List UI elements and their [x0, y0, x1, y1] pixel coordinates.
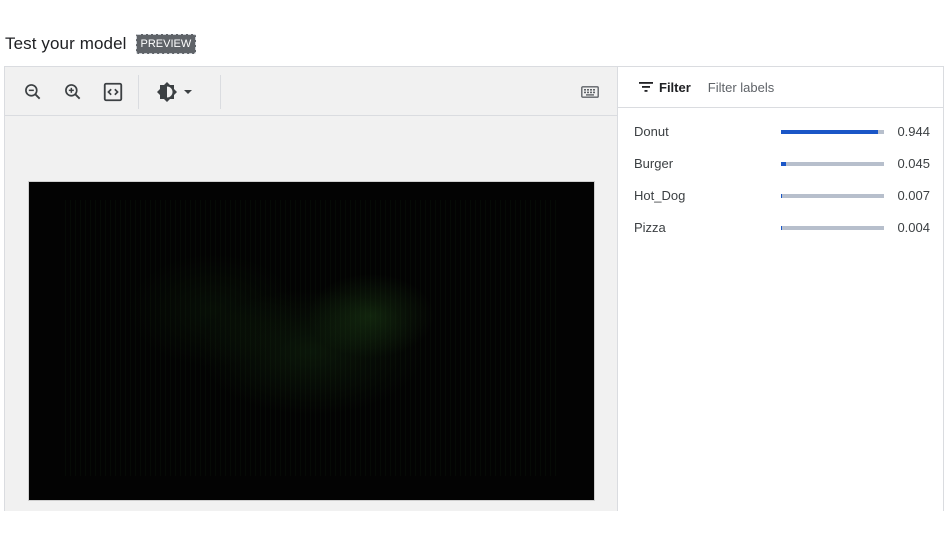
- test-panel: Filter Donut 0.944 Burger 0.045 Hot_Dog …: [4, 66, 944, 511]
- page-header: Test your model PREVIEW: [5, 34, 197, 54]
- toolbar-divider: [220, 75, 221, 109]
- confidence-bar-fill: [781, 130, 879, 134]
- fit-screen-icon: [103, 82, 123, 102]
- prediction-label: Donut: [634, 124, 669, 139]
- prediction-row: Donut 0.944: [618, 124, 943, 156]
- confidence-bar: [781, 162, 884, 166]
- page-title: Test your model: [5, 34, 127, 53]
- chevron-down-icon: [184, 90, 192, 94]
- prediction-score: 0.004: [897, 220, 930, 235]
- prediction-label: Pizza: [634, 220, 666, 235]
- filter-label: Filter: [659, 79, 691, 95]
- prediction-score: 0.007: [897, 188, 930, 203]
- toolbar-divider: [138, 75, 139, 109]
- prediction-label: Hot_Dog: [634, 188, 686, 203]
- viewer-toolbar: [5, 67, 617, 116]
- keyboard-icon: [581, 86, 599, 98]
- zoom-out-button[interactable]: [21, 80, 45, 104]
- brightness-icon: [157, 82, 177, 102]
- prediction-score: 0.045: [897, 156, 930, 171]
- confidence-bar-fill: [781, 226, 783, 230]
- prediction-list: Donut 0.944 Burger 0.045 Hot_Dog 0.007 P…: [618, 124, 943, 252]
- prediction-score: 0.944: [897, 124, 930, 139]
- preview-badge: PREVIEW: [135, 34, 197, 54]
- confidence-bar: [781, 226, 884, 230]
- fit-screen-button[interactable]: [101, 80, 125, 104]
- confidence-bar-fill: [781, 162, 786, 166]
- prediction-row: Hot_Dog 0.007: [618, 188, 943, 220]
- predictions-panel: Filter Donut 0.944 Burger 0.045 Hot_Dog …: [618, 67, 943, 511]
- prediction-row: Pizza 0.004: [618, 220, 943, 252]
- zoom-in-icon: [65, 84, 81, 100]
- test-image[interactable]: [29, 182, 594, 500]
- filter-icon: [639, 82, 653, 92]
- confidence-bar: [781, 130, 884, 134]
- confidence-bar: [781, 194, 884, 198]
- filter-bar: Filter: [618, 67, 943, 108]
- filter-button[interactable]: Filter: [639, 80, 691, 95]
- brightness-dropdown[interactable]: [155, 80, 201, 104]
- filter-labels-input[interactable]: [705, 78, 910, 96]
- keyboard-shortcuts-button[interactable]: [578, 80, 602, 104]
- image-content: [65, 200, 558, 476]
- confidence-bar-fill: [781, 194, 783, 198]
- prediction-label: Burger: [634, 156, 674, 171]
- image-viewer: [5, 67, 618, 511]
- zoom-in-button[interactable]: [61, 80, 85, 104]
- prediction-row: Burger 0.045: [618, 156, 943, 188]
- zoom-out-icon: [25, 84, 41, 100]
